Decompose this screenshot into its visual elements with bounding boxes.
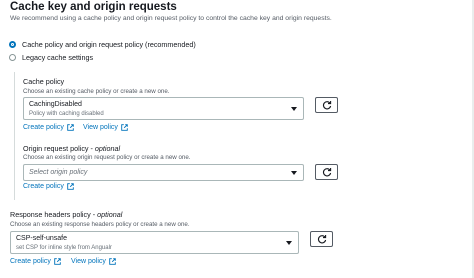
radio-recommended[interactable]: Cache policy and origin request policy (…	[9, 40, 196, 49]
refresh-icon	[322, 101, 331, 110]
response-headers-policy-selected: CSP-self-unsafe	[16, 235, 67, 242]
origin-request-policy-create-link-text: Create policy	[23, 183, 64, 190]
cache-policy-view-link[interactable]: View policy	[83, 124, 128, 131]
response-headers-policy-description: Choose an existing response headers poli…	[10, 221, 190, 228]
indent-guide	[14, 72, 15, 200]
cache-policy-create-link[interactable]: Create policy	[23, 124, 74, 131]
origin-request-policy-optional: optional	[94, 144, 121, 153]
cache-policy-refresh-button[interactable]	[315, 97, 338, 113]
external-link-icon	[109, 258, 116, 265]
response-headers-policy-view-link-text: View policy	[71, 258, 106, 265]
caret-down-icon	[291, 171, 297, 175]
cache-policy-selected: CachingDisabled	[29, 101, 82, 108]
radio-legacy[interactable]: Legacy cache settings	[9, 53, 93, 62]
section-title: Cache key and origin requests	[10, 1, 177, 13]
origin-request-policy-description: Choose an existing origin request policy…	[23, 154, 191, 161]
cache-policy-view-link-text: View policy	[83, 124, 118, 131]
response-headers-policy-select[interactable]: CSP-self-unsafe set CSP for inline style…	[10, 231, 299, 254]
response-headers-policy-optional: optional	[97, 210, 123, 219]
external-link-icon	[54, 258, 61, 265]
origin-request-policy-create-link[interactable]: Create policy	[23, 183, 74, 190]
cache-policy-create-link-text: Create policy	[23, 124, 64, 131]
origin-request-policy-refresh-button[interactable]	[315, 164, 338, 180]
external-link-icon	[67, 124, 74, 131]
cache-policy-select[interactable]: CachingDisabled Policy with caching disa…	[23, 97, 304, 120]
radio-legacy-button[interactable]	[9, 54, 16, 61]
response-headers-policy-view-link[interactable]: View policy	[71, 258, 116, 265]
origin-request-policy-label: Origin request policy - optional	[23, 144, 121, 153]
response-headers-policy-refresh-button[interactable]	[310, 231, 333, 247]
origin-request-policy-select[interactable]: Select origin policy	[23, 164, 304, 181]
cache-policy-description: Choose an existing cache policy or creat…	[23, 88, 170, 95]
external-link-icon	[67, 183, 74, 190]
caret-down-icon	[286, 241, 292, 245]
cache-policy-label: Cache policy	[23, 77, 65, 86]
response-headers-policy-label: Response headers policy - optional	[10, 210, 123, 219]
radio-recommended-label: Cache policy and origin request policy (…	[22, 40, 196, 49]
radio-legacy-label: Legacy cache settings	[22, 53, 94, 62]
response-headers-policy-create-link[interactable]: Create policy	[10, 258, 61, 265]
origin-request-policy-placeholder: Select origin policy	[29, 169, 88, 176]
refresh-icon	[322, 168, 331, 177]
caret-down-icon	[291, 107, 297, 111]
response-headers-policy-selected-sub: set CSP for inline style from Angualr	[16, 245, 112, 251]
refresh-icon	[317, 235, 326, 244]
response-headers-policy-label-text: Response headers policy	[10, 210, 91, 219]
response-headers-policy-create-link-text: Create policy	[10, 258, 51, 265]
radio-recommended-button[interactable]	[9, 41, 16, 48]
external-link-icon	[121, 124, 128, 131]
origin-request-policy-label-text: Origin request policy	[23, 144, 89, 153]
cache-policy-selected-sub: Policy with caching disabled	[29, 111, 104, 117]
section-description: We recommend using a cache policy and or…	[10, 15, 332, 22]
